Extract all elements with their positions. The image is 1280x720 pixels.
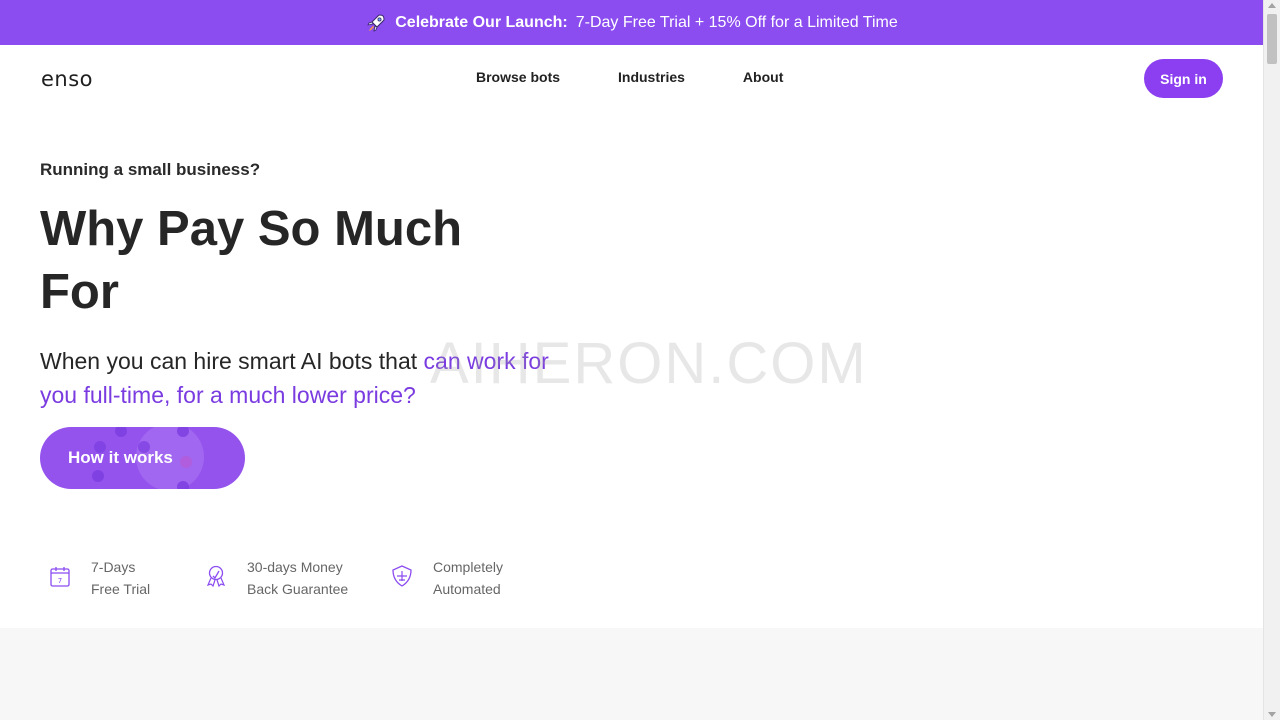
page-viewport: Celebrate Our Launch: 7-Day Free Trial +…: [0, 0, 1263, 720]
feature-money-back: 30-days Money Back Guarantee: [204, 556, 390, 600]
subhead-plain-text: When you can hire smart AI bots that: [40, 348, 424, 374]
promo-headline: Celebrate Our Launch:: [395, 13, 568, 31]
next-section: [0, 628, 1263, 720]
feature-line1: Completely: [433, 559, 504, 575]
feature-line1: 30-days Money: [247, 559, 343, 575]
nav-industries[interactable]: Industries: [618, 69, 685, 85]
rocket-icon: [365, 12, 387, 34]
site-header: enso Browse bots Industries About Sign i…: [0, 45, 1263, 111]
feature-line2: Automated: [433, 581, 501, 597]
promo-banner[interactable]: Celebrate Our Launch: 7-Day Free Trial +…: [0, 0, 1263, 45]
feature-list: 7 7-Days Free Trial 30-days Money Back G…: [48, 556, 550, 600]
award-ribbon-icon: [206, 565, 226, 588]
hero-headline: Why Pay So Much For: [40, 202, 463, 319]
scrollbar-thumb[interactable]: [1267, 14, 1277, 64]
feature-line2: Free Trial: [91, 581, 151, 597]
feature-automated: Completely Automated: [390, 556, 550, 600]
hero-subheadline: When you can hire smart AI bots that can…: [40, 344, 580, 412]
feature-line2: Back Guarantee: [247, 581, 349, 597]
logo[interactable]: enso: [41, 67, 93, 91]
feature-line1: 7-Days: [91, 559, 136, 575]
promo-offer-text: 7-Day Free Trial + 15% Off for a Limited…: [575, 13, 898, 31]
hero-eyebrow: Running a small business?: [40, 160, 261, 179]
page-scrollbar[interactable]: [1263, 0, 1280, 720]
nav-browse-bots[interactable]: Browse bots: [476, 69, 560, 85]
nav-about[interactable]: About: [743, 69, 783, 85]
how-it-works-label: How it works: [68, 448, 173, 467]
feature-free-trial: 7 7-Days Free Trial: [48, 556, 204, 600]
shield-plane-icon: [392, 565, 412, 587]
feature-text: Completely Automated: [433, 556, 503, 600]
hero-section: Running a small business? Why Pay So Muc…: [40, 160, 640, 412]
calendar-icon: 7: [50, 567, 70, 587]
feature-text: 30-days Money Back Guarantee: [247, 556, 348, 600]
svg-text:7: 7: [58, 577, 62, 585]
sign-in-button[interactable]: Sign in: [1144, 59, 1223, 98]
how-it-works-button[interactable]: How it works: [40, 427, 245, 489]
scroll-up-arrow-icon[interactable]: [1268, 3, 1276, 8]
scroll-down-arrow-icon[interactable]: [1268, 712, 1276, 717]
feature-text: 7-Days Free Trial: [91, 556, 150, 600]
main-nav: Browse bots Industries About: [476, 69, 783, 85]
